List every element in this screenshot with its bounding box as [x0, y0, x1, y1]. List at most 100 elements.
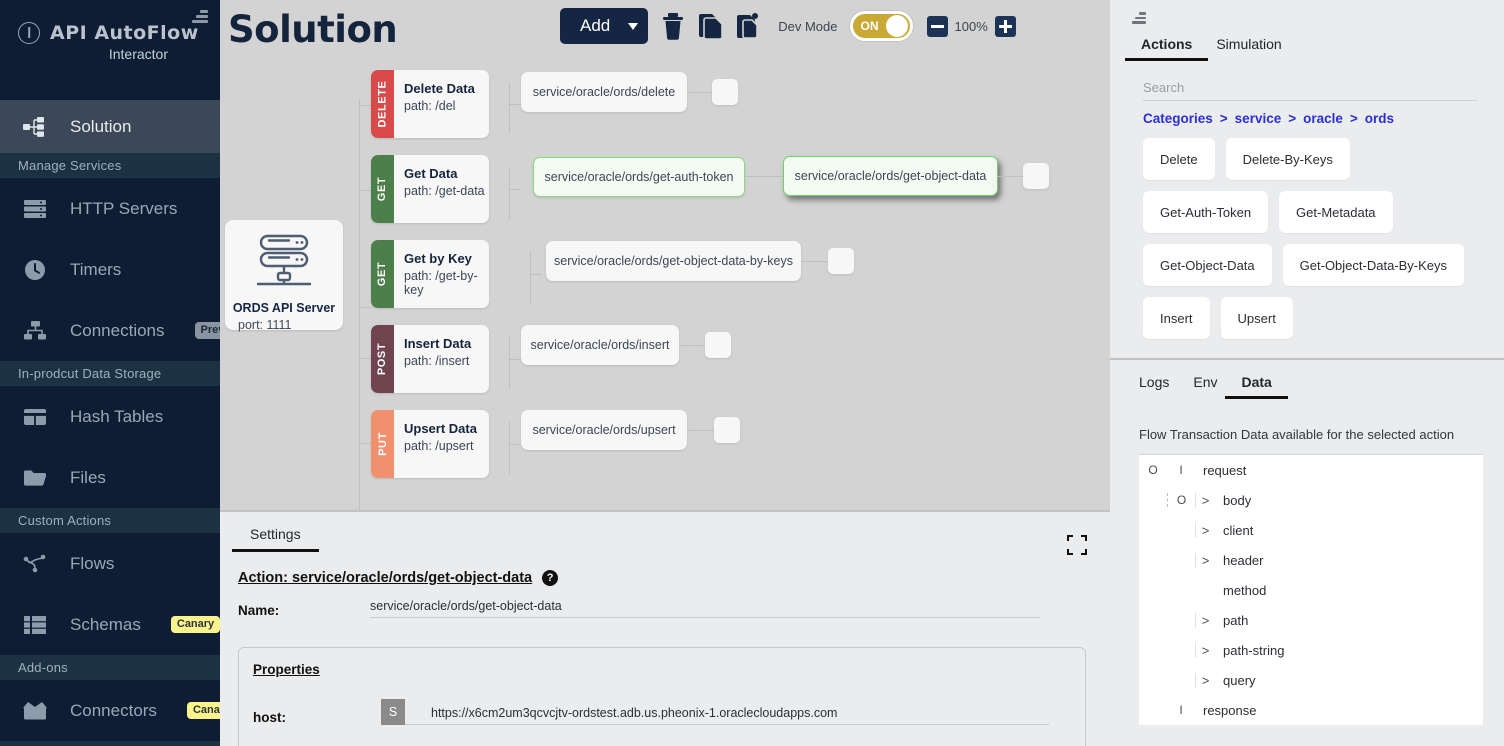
tab-logs[interactable]: Logs [1139, 374, 1169, 399]
tree-expand-arrow[interactable]: > [1195, 522, 1215, 538]
tree-row[interactable]: method [1139, 575, 1483, 605]
dev-mode-toggle[interactable]: ON [849, 11, 913, 41]
sidebar-collapse-icon[interactable] [192, 10, 208, 25]
action-chip[interactable]: Get-Auth-Token [1143, 191, 1269, 233]
breadcrumb-item[interactable]: oracle [1303, 111, 1343, 126]
search-input[interactable]: Search [1143, 80, 1477, 101]
breadcrumb-item[interactable]: ords [1365, 111, 1394, 126]
sidebar-item-hash-tables[interactable]: Hash Tables [0, 386, 220, 447]
connector-line [359, 358, 371, 359]
action-node[interactable]: service/oracle/ords/delete [521, 72, 687, 112]
tree-expand-arrow[interactable]: > [1195, 552, 1215, 568]
endpoint-node[interactable]: POST Insert Data path: /insert [371, 325, 489, 393]
tree-row[interactable]: > query [1139, 665, 1483, 695]
sidebar-item-timers[interactable]: Timers [0, 239, 220, 300]
flow-endpoint-stub[interactable] [705, 332, 731, 358]
tab-data[interactable]: Data [1225, 374, 1289, 399]
action-chip[interactable]: Delete-By-Keys [1225, 138, 1350, 180]
tree-row-label: query [1223, 672, 1256, 688]
property-type-chip[interactable]: S [381, 699, 405, 725]
name-input[interactable]: service/oracle/ords/get-object-data [370, 599, 1040, 618]
action-node[interactable]: service/oracle/ords/get-auth-token [533, 157, 745, 197]
tree-expand-arrow[interactable]: > [1195, 492, 1215, 508]
action-chip[interactable]: Get-Object-Data-By-Keys [1282, 244, 1465, 286]
breadcrumb-item[interactable]: service [1235, 111, 1282, 126]
flow-endpoint-stub[interactable] [714, 417, 740, 443]
sidebar-item-files[interactable]: Files [0, 447, 220, 508]
paste-icon[interactable] [736, 12, 762, 40]
endpoint-node[interactable]: DELETE Delete Data path: /del [371, 70, 489, 138]
tab-actions[interactable]: Actions [1124, 36, 1209, 61]
endpoint-node[interactable]: GET Get Data path: /get-data [371, 155, 489, 223]
endpoint-path: path: /get-data [404, 184, 485, 198]
sidebar-item-flows[interactable]: Flows [0, 533, 220, 594]
tree-row-label: header [1223, 552, 1264, 568]
chevron-down-icon[interactable] [628, 22, 639, 30]
action-chip[interactable]: Insert [1143, 297, 1210, 339]
tree-toggle-inner[interactable]: I [1167, 703, 1195, 717]
tree-row[interactable]: O Irequest [1139, 455, 1483, 485]
server-node[interactable]: ORDS API Server port: 1111 [225, 220, 343, 332]
sidebar-item-label: Hash Tables [70, 406, 164, 426]
endpoint-node[interactable]: GET Get by Key path: /get-by-key [371, 240, 489, 308]
connector-line [509, 359, 521, 360]
help-icon[interactable]: ? [542, 570, 559, 586]
tree-toggle-inner[interactable]: O [1167, 493, 1195, 507]
trash-icon[interactable] [660, 12, 686, 40]
tab-env[interactable]: Env [1193, 374, 1217, 399]
flow-endpoint-stub[interactable] [712, 79, 738, 105]
connector-line [687, 92, 712, 93]
property-row: host: Shttps://x6cm2um3qcvcjtv-ordstest.a… [253, 699, 1085, 725]
endpoint-node[interactable]: PUT Upsert Data path: /upsert [371, 410, 489, 478]
action-node-label: service/oracle/ords/delete [532, 85, 676, 99]
action-node[interactable]: service/oracle/ords/upsert [521, 410, 687, 450]
breadcrumb-item[interactable]: Categories [1143, 111, 1213, 126]
zoom-in-button[interactable] [994, 15, 1016, 37]
breadcrumb-separator: > [1219, 111, 1228, 126]
action-node[interactable]: service/oracle/ords/insert [521, 325, 679, 365]
endpoint-method-badge: GET [371, 155, 394, 223]
tree-expand-arrow[interactable]: > [1195, 642, 1215, 658]
action-chip[interactable]: Delete [1143, 138, 1215, 180]
tree-toggle-outer[interactable]: O [1139, 463, 1167, 477]
hamburger-icon[interactable] [1132, 12, 1146, 26]
expand-icon[interactable] [1066, 534, 1088, 561]
tree-row[interactable]: > path [1139, 605, 1483, 635]
connector-line [359, 105, 371, 106]
tab-simulation[interactable]: Simulation [1216, 36, 1281, 61]
flow-endpoint-stub[interactable] [828, 248, 854, 274]
tree-expand-arrow[interactable]: > [1195, 672, 1215, 688]
action-chip[interactable]: Upsert [1220, 297, 1293, 339]
tree-toggle-inner[interactable]: I [1167, 463, 1195, 477]
tree-row[interactable]: O > body [1139, 485, 1483, 515]
add-button[interactable]: Add [560, 8, 649, 44]
action-chip[interactable]: Get-Metadata [1279, 191, 1393, 233]
property-value-input[interactable]: https://x6cm2um3qcvcjtv-ordstest.adb.us.… [405, 706, 1049, 725]
zoom-out-button[interactable] [926, 15, 948, 37]
sidebar-section-header: Custom Actions [0, 508, 220, 533]
tree-row[interactable]: > header [1139, 545, 1483, 575]
sidebar-item-http-servers[interactable]: HTTP Servers [0, 178, 220, 239]
action-chip[interactable]: Get-Object-Data [1143, 244, 1272, 286]
sidebar-item-connections[interactable]: Connections Preview [0, 300, 220, 361]
tree-row[interactable]: > client [1139, 515, 1483, 545]
sidebar-item-solution[interactable]: Solution [0, 100, 220, 153]
tab-settings[interactable]: Settings [232, 526, 319, 552]
brand-subtitle: Interactor [108, 46, 168, 62]
sidebar-item-schemas[interactable]: Schemas Canary [0, 594, 220, 655]
sidebar-item-connectors[interactable]: Connectors Canary [0, 680, 220, 741]
tree-row-label: body [1223, 492, 1252, 508]
action-node-selected[interactable]: service/oracle/ords/get-object-data [783, 156, 998, 196]
copy-icon[interactable] [698, 12, 724, 40]
tree-row[interactable]: > path-string [1139, 635, 1483, 665]
right-panel-tabs: Actions Simulation [1110, 0, 1504, 61]
flow-canvas[interactable]: ORDS API Server port: 1111 DELETE Delete Da… [220, 62, 1110, 510]
tree-row[interactable]: Iresponse [1139, 695, 1483, 725]
endpoint-path: path: /get-by-key [404, 269, 478, 297]
sidebar-nav: Solution Manage Services HTTP Servers Timer… [0, 100, 220, 746]
tree-expand-arrow[interactable]: > [1195, 612, 1215, 628]
sidebar-item-label: Flows [70, 553, 115, 573]
action-node[interactable]: service/oracle/ords/get-object-data-by-k… [546, 241, 801, 281]
flow-endpoint-stub[interactable] [1023, 163, 1049, 189]
property-label: host: [253, 710, 286, 725]
